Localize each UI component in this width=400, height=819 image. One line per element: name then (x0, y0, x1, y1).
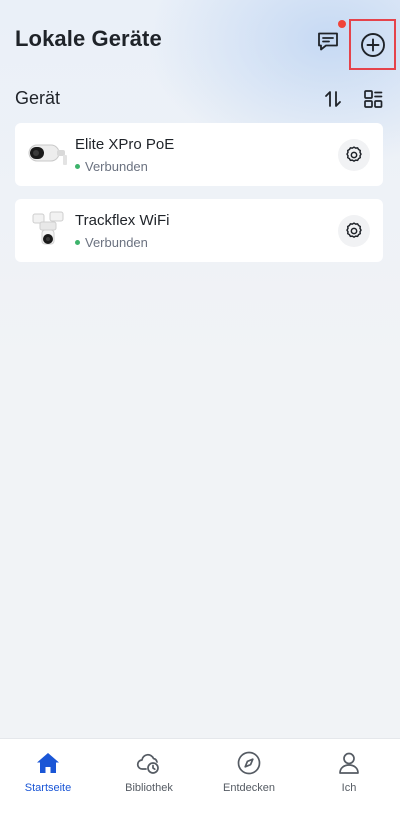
status-dot (75, 240, 80, 245)
plus-circle-icon (360, 32, 385, 57)
tab-startseite[interactable]: Startseite (8, 749, 88, 799)
tab-label: Bibliothek (125, 782, 173, 794)
compass-icon (235, 749, 263, 777)
bullet-camera-icon (28, 144, 67, 165)
section-title: Gerät (15, 88, 61, 108)
notification-dot (338, 20, 346, 28)
tab-label: Entdecken (223, 782, 275, 794)
cloud-clock-icon (135, 749, 163, 777)
gear-icon (346, 146, 362, 162)
header: Lokale Geräte (0, 0, 400, 80)
tab-label: Ich (341, 782, 357, 794)
section-header: Gerät (0, 84, 400, 114)
page-title: Lokale Geräte (15, 26, 162, 51)
messages-button[interactable] (314, 28, 342, 54)
local-devices-page: Lokale Geräte Gerät Elite XPro PoE Verbu… (0, 0, 400, 819)
tab-label: Startseite (24, 782, 72, 794)
tab-ich[interactable]: Ich (309, 749, 389, 799)
device-status: Verbunden (75, 235, 148, 250)
device-card[interactable]: Trackflex WiFi Verbunden (15, 199, 383, 262)
person-icon (335, 749, 363, 777)
device-status-label: Verbunden (85, 235, 148, 250)
device-image (27, 209, 69, 251)
grid-layout-icon (364, 90, 383, 108)
floodlight-camera-icon (32, 211, 64, 245)
tab-entdecken[interactable]: Entdecken (209, 749, 289, 799)
device-image (27, 133, 69, 175)
device-name: Trackflex WiFi (75, 212, 170, 229)
gear-icon (346, 222, 362, 238)
status-dot (75, 164, 80, 169)
device-settings-button[interactable] (338, 215, 370, 247)
device-card[interactable]: Elite XPro PoE Verbunden (15, 123, 383, 186)
message-icon (318, 32, 338, 51)
device-name: Elite XPro PoE (75, 136, 175, 153)
tab-bibliothek[interactable]: Bibliothek (109, 749, 189, 799)
device-status-label: Verbunden (85, 159, 148, 174)
device-status: Verbunden (75, 159, 148, 174)
home-icon (34, 749, 62, 777)
bottom-tab-bar: Startseite Bibliothek Entdecken Ich (0, 738, 400, 819)
sort-button[interactable] (322, 88, 344, 110)
sort-icon (325, 91, 341, 107)
layout-toggle-button[interactable] (362, 88, 384, 110)
add-device-button[interactable] (349, 19, 396, 70)
device-settings-button[interactable] (338, 139, 370, 171)
